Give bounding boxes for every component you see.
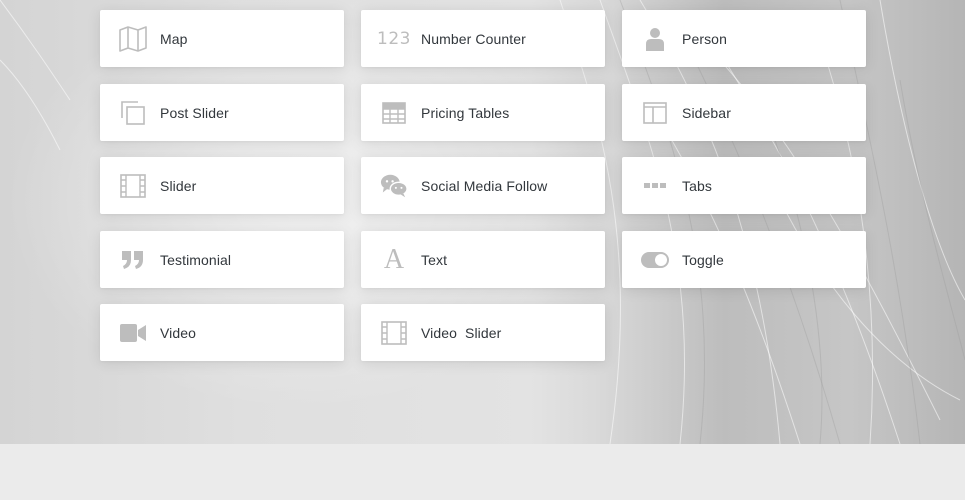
- testimonial-icon: [119, 246, 147, 274]
- module-social-media-follow[interactable]: Social Media Follow: [361, 157, 605, 214]
- module-text[interactable]: A Text: [361, 231, 605, 288]
- module-label: Number Counter: [421, 30, 526, 47]
- post-slider-icon: [119, 99, 147, 127]
- module-tabs[interactable]: Tabs: [622, 157, 866, 214]
- module-video[interactable]: Video: [100, 304, 344, 361]
- module-map[interactable]: Map: [100, 10, 344, 67]
- person-icon: [641, 25, 669, 53]
- module-label: Toggle: [682, 251, 724, 268]
- number-counter-icon: 123: [377, 28, 411, 49]
- module-label: Pricing Tables: [421, 104, 510, 121]
- module-label: Tabs: [682, 177, 712, 194]
- module-number-counter[interactable]: 123 Number Counter: [361, 10, 605, 67]
- video-icon: [119, 319, 147, 347]
- module-testimonial[interactable]: Testimonial: [100, 231, 344, 288]
- module-label: Video: [160, 324, 197, 341]
- video-slider-icon: [380, 319, 408, 347]
- sidebar-icon: [641, 99, 669, 127]
- page-bottom-area: [0, 444, 965, 500]
- module-label: Sidebar: [682, 104, 731, 121]
- module-toggle[interactable]: Toggle: [622, 231, 866, 288]
- module-post-slider[interactable]: Post Slider: [100, 84, 344, 141]
- pricing-tables-icon: [380, 99, 408, 127]
- module-person[interactable]: Person: [622, 10, 866, 67]
- module-label: Slider: [160, 177, 197, 194]
- module-video-slider[interactable]: Video Slider: [361, 304, 605, 361]
- text-icon: A: [383, 243, 405, 275]
- module-label: Map: [160, 30, 188, 47]
- module-sidebar[interactable]: Sidebar: [622, 84, 866, 141]
- tabs-icon: [641, 172, 669, 200]
- module-label: Text: [421, 251, 448, 268]
- slider-icon: [119, 172, 147, 200]
- module-label: Testimonial: [160, 251, 232, 268]
- social-media-follow-icon: [380, 172, 408, 200]
- module-label: Post Slider: [160, 104, 229, 121]
- module-slider[interactable]: Slider: [100, 157, 344, 214]
- toggle-icon: [641, 246, 669, 274]
- map-icon: [119, 25, 147, 53]
- module-label: Video Slider: [421, 324, 502, 341]
- module-label: Social Media Follow: [421, 177, 548, 194]
- module-label: Person: [682, 30, 727, 47]
- module-pricing-tables[interactable]: Pricing Tables: [361, 84, 605, 141]
